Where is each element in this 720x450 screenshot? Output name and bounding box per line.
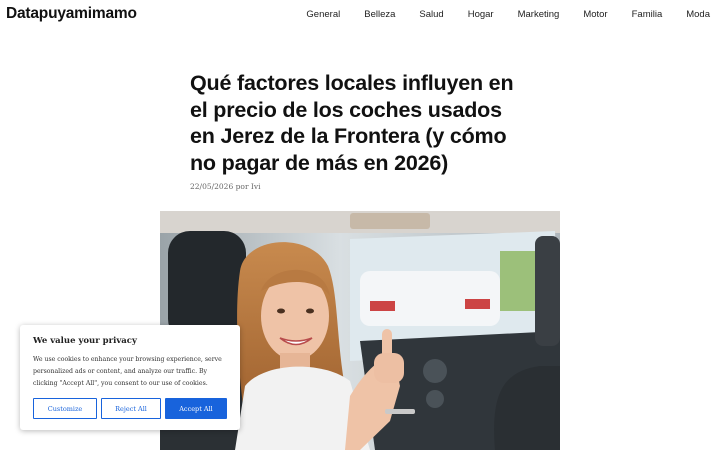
post-author-link[interactable]: Ivi	[251, 182, 261, 191]
reject-all-button[interactable]: Reject All	[101, 398, 161, 419]
nav-item-motor[interactable]: Motor	[583, 9, 607, 20]
cookie-description: We use cookies to enhance your browsing …	[33, 356, 222, 387]
post-title: Qué factores locales influyen en el prec…	[190, 71, 514, 175]
nav-item-salud[interactable]: Salud	[419, 9, 443, 20]
nav-item-marketing[interactable]: Marketing	[518, 9, 560, 20]
post-by-label: por	[235, 182, 249, 191]
accept-all-button[interactable]: Accept All	[165, 398, 227, 419]
nav-item-general[interactable]: General	[306, 9, 340, 20]
customize-button[interactable]: Customize	[33, 398, 97, 419]
nav-item-familia[interactable]: Familia	[632, 9, 663, 20]
nav-item-belleza[interactable]: Belleza	[364, 9, 395, 20]
post-meta: 22/05/2026 por Ivi	[190, 182, 261, 191]
post-date: 22/05/2026	[190, 182, 234, 191]
site-header: Datapuyamimamo General Belleza Salud Hog…	[0, 0, 720, 30]
cookie-consent-banner: We value your privacy We use cookies to …	[20, 325, 240, 430]
cookie-buttons: Customize Reject All Accept All	[33, 398, 231, 419]
main-nav: General Belleza Salud Hogar Marketing Mo…	[282, 9, 710, 20]
site-title-link[interactable]: Datapuyamimamo	[6, 5, 137, 23]
nav-item-moda[interactable]: Moda	[686, 9, 710, 20]
nav-item-hogar[interactable]: Hogar	[468, 9, 494, 20]
cookie-title: We value your privacy	[33, 336, 137, 346]
